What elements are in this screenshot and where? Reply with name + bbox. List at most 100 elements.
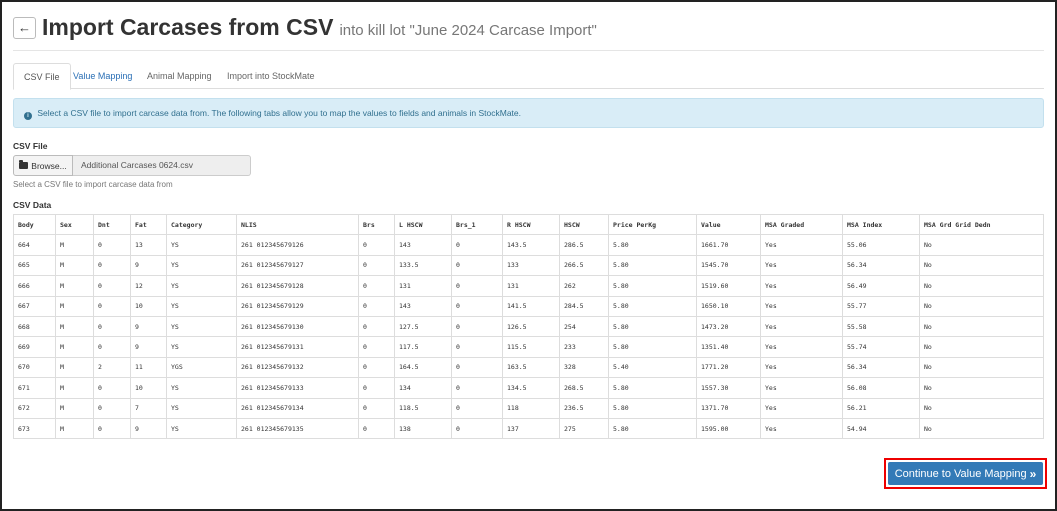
table-cell: 0 xyxy=(93,254,131,277)
table-cell: 1595.00 xyxy=(696,417,761,440)
table-cell: 670 xyxy=(13,356,56,379)
table-cell: 1473.20 xyxy=(696,315,761,338)
table-cell: 671 xyxy=(13,377,56,399)
table-cell: No xyxy=(919,417,1044,440)
table-cell: M xyxy=(55,336,94,358)
table-cell: M xyxy=(55,295,94,317)
table-cell: Yes xyxy=(760,397,843,419)
table-header-row: Body Sex Dnt Fat Category NLIS Brs L HSCW Brs_1 R… xyxy=(13,213,1044,236)
table-cell: 0 xyxy=(93,417,131,440)
table-cell: 275 xyxy=(559,417,609,440)
column-header: Brs xyxy=(358,213,395,236)
table-cell: 7 xyxy=(130,397,167,419)
back-button[interactable]: ← xyxy=(13,16,36,39)
page-header: ← Import Carcases from CSV into kill lot… xyxy=(13,14,597,42)
table-cell: 284.5 xyxy=(559,295,609,317)
table-cell: 666 xyxy=(13,275,56,297)
header-divider xyxy=(13,50,1044,51)
table-cell: 55.06 xyxy=(842,234,920,256)
table-cell: 141.5 xyxy=(502,295,560,317)
table-cell: 5.80 xyxy=(608,417,697,440)
table-cell: 9 xyxy=(130,315,167,338)
table-cell: 133.5 xyxy=(394,254,452,277)
table-cell: 266.5 xyxy=(559,254,609,277)
double-chevron-right-icon: » xyxy=(1029,466,1037,481)
table-row: 664 M 0 13 YS 261 012345679126 0 143 0 143.5 286.5… xyxy=(13,234,1044,256)
table-cell: 0 xyxy=(451,254,503,277)
table-cell: 118.5 xyxy=(394,397,452,419)
column-header: Body xyxy=(13,213,56,236)
table-cell: 0 xyxy=(451,356,503,379)
tab-csv-file[interactable]: CSV File xyxy=(13,63,71,90)
table-cell: No xyxy=(919,275,1044,297)
table-cell: 143 xyxy=(394,234,452,256)
info-alert: i Select a CSV file to import carcase da… xyxy=(13,98,1044,128)
table-row: 673 M 0 9 YS 261 012345679135 0 138 0 137 275 5.80 1… xyxy=(13,417,1044,440)
table-cell: 5.80 xyxy=(608,275,697,297)
table-cell: 55.58 xyxy=(842,315,920,338)
table-cell: 668 xyxy=(13,315,56,338)
table-row: 668 M 0 9 YS 261 012345679130 0 127.5 0 126.5 254 5… xyxy=(13,315,1044,338)
table-cell: 0 xyxy=(451,377,503,399)
table-cell: 1351.40 xyxy=(696,336,761,358)
table-cell: Yes xyxy=(760,377,843,399)
table-cell: No xyxy=(919,254,1044,277)
continue-to-value-mapping-button[interactable]: Continue to Value Mapping » xyxy=(888,462,1043,485)
info-icon: i xyxy=(24,112,32,120)
folder-open-icon xyxy=(19,160,29,169)
table-cell: 0 xyxy=(451,234,503,256)
tab-value-mapping[interactable]: Value Mapping xyxy=(63,63,142,89)
table-cell: Yes xyxy=(760,356,843,379)
table-cell: 131 xyxy=(502,275,560,297)
table-cell: 134 xyxy=(394,377,452,399)
table-cell: 115.5 xyxy=(502,336,560,358)
continue-label: Continue to Value Mapping xyxy=(894,467,1027,480)
file-input-group: Browse... Additional Carcases 0624.csv xyxy=(13,155,251,176)
table-cell: YS xyxy=(166,275,237,297)
table-cell: 55.77 xyxy=(842,295,920,317)
table-cell: 0 xyxy=(358,417,395,440)
table-cell: 9 xyxy=(130,417,167,440)
table-cell: 0 xyxy=(358,397,395,419)
browse-button[interactable]: Browse... xyxy=(13,155,73,176)
column-header: Fat xyxy=(130,213,167,236)
table-cell: 286.5 xyxy=(559,234,609,256)
table-cell: 0 xyxy=(451,417,503,440)
file-name-field[interactable]: Additional Carcases 0624.csv xyxy=(73,155,251,176)
tab-bar: CSV File Value Mapping Animal Mapping Im… xyxy=(13,63,1044,90)
table-cell: 0 xyxy=(451,397,503,419)
table-cell: 5.80 xyxy=(608,315,697,338)
table-cell: YS xyxy=(166,377,237,399)
tab-import-into-stockmate[interactable]: Import into StockMate xyxy=(217,63,325,89)
table-cell: 0 xyxy=(358,336,395,358)
table-cell: 328 xyxy=(559,356,609,379)
column-header: Price PerKg xyxy=(608,213,697,236)
table-cell: YS xyxy=(166,254,237,277)
table-cell: 5.80 xyxy=(608,377,697,399)
table-cell: 56.49 xyxy=(842,275,920,297)
table-cell: 0 xyxy=(451,295,503,317)
table-cell: Yes xyxy=(760,336,843,358)
table-cell: 0 xyxy=(358,315,395,338)
table-cell: M xyxy=(55,234,94,256)
table-row: 672 M 0 7 YS 261 012345679134 0 118.5 0 118 236.5 5… xyxy=(13,397,1044,419)
table-cell: 143 xyxy=(394,295,452,317)
table-cell: 0 xyxy=(358,295,395,317)
table-cell: 1545.70 xyxy=(696,254,761,277)
table-cell: 261 012345679130 xyxy=(236,315,359,338)
table-cell: 56.08 xyxy=(842,377,920,399)
arrow-left-icon: ← xyxy=(18,20,31,35)
table-cell: 268.5 xyxy=(559,377,609,399)
table-cell: 0 xyxy=(93,397,131,419)
table-cell: M xyxy=(55,417,94,440)
tab-animal-mapping[interactable]: Animal Mapping xyxy=(137,63,222,89)
table-cell: YS xyxy=(166,397,237,419)
table-cell: 134.5 xyxy=(502,377,560,399)
column-header: MSA Graded xyxy=(760,213,843,236)
table-cell: 5.80 xyxy=(608,295,697,317)
table-cell: 55.74 xyxy=(842,336,920,358)
table-cell: 261 012345679134 xyxy=(236,397,359,419)
table-cell: YS xyxy=(166,234,237,256)
table-cell: No xyxy=(919,377,1044,399)
table-cell: 5.40 xyxy=(608,356,697,379)
